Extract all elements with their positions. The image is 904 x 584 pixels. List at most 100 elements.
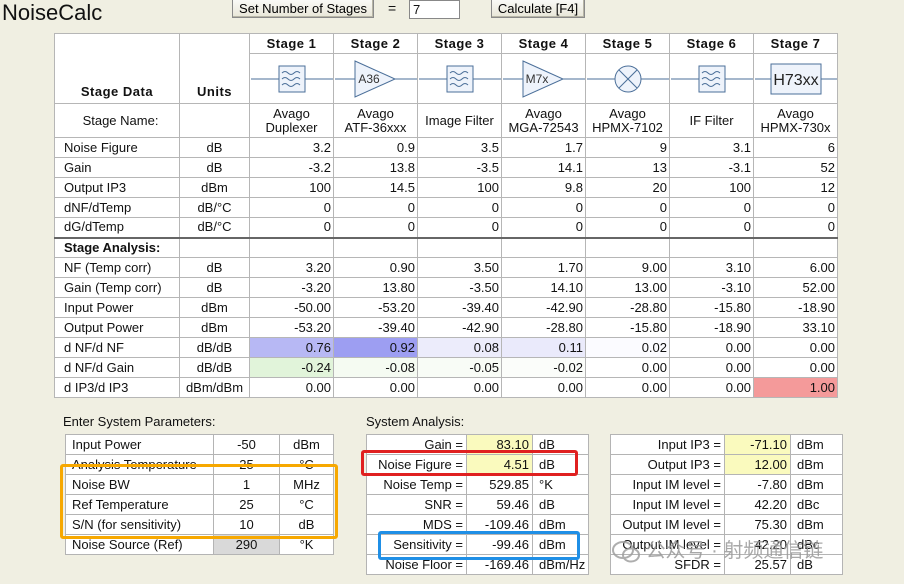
param-unit: dB (531, 494, 590, 515)
stage-count-input[interactable]: 7 (409, 0, 460, 19)
stage-name-label: Stage Name: (54, 103, 180, 138)
panel-row: Noise Source (Ref) 290 °K (65, 534, 334, 555)
stage-name-line: Avago (609, 105, 646, 121)
cell-value[interactable]: 0 (417, 197, 502, 218)
cell-value[interactable]: 3.2 (249, 137, 334, 158)
cell-value: 0.90 (333, 257, 418, 278)
cell-value[interactable]: -3.5 (417, 157, 502, 178)
cell-value[interactable]: 52 (753, 157, 838, 178)
cell-value[interactable]: 6 (753, 137, 838, 158)
row-label: Output Power (54, 317, 180, 338)
amplifier-part-label: A36 (358, 72, 380, 86)
cell-value[interactable]: 12 (753, 177, 838, 198)
cell-value[interactable]: 100 (417, 177, 502, 198)
cell-value: -18.90 (669, 317, 754, 338)
cell-value[interactable]: -3.1 (669, 157, 754, 178)
cell-value[interactable]: 14.1 (501, 157, 586, 178)
cell-value[interactable]: 0 (417, 217, 502, 238)
cell-value[interactable]: 0 (753, 197, 838, 218)
stage-symbol-7[interactable]: H73xx (753, 53, 838, 104)
stage-symbol-5[interactable] (585, 53, 670, 104)
cell-value: 0.08 (417, 337, 502, 358)
panel-row: Analysis Temperature 25 °C (65, 454, 334, 475)
cell-value[interactable]: 0 (249, 217, 334, 238)
stage-name-line: Avago (357, 105, 394, 121)
cell-value[interactable]: 0.9 (333, 137, 418, 158)
row-label: d NF/d Gain (54, 357, 180, 378)
param-value[interactable]: 290 (213, 534, 280, 555)
param-unit: °K (279, 534, 334, 555)
stage-name-1[interactable]: Avago Duplexer (249, 103, 334, 138)
stage-name-2[interactable]: Avago ATF-36xxx (333, 103, 418, 138)
param-value[interactable]: 25 (213, 494, 280, 515)
block-icon: H73xx (754, 63, 837, 94)
table-row: NF (Temp corr) dB 3.20 0.90 3.50 1.70 9.00 3.10… (54, 257, 838, 278)
cell-value[interactable]: 0 (669, 197, 754, 218)
cell-value[interactable]: 3.5 (417, 137, 502, 158)
cell-value: -15.80 (669, 297, 754, 318)
cell-value: -39.40 (417, 297, 502, 318)
empty-cell (585, 236, 670, 258)
cell-value[interactable]: 0 (333, 217, 418, 238)
param-unit: °C (279, 494, 334, 515)
stage-grid: Stage Data Units Stage 1 Stage 2 Stage 3 St… (54, 33, 838, 398)
stage-name-7[interactable]: Avago HPMX-730x (753, 103, 838, 138)
cell-value[interactable]: 0 (333, 197, 418, 218)
stage-symbol-6[interactable] (669, 53, 754, 104)
cell-value[interactable]: 0 (585, 197, 670, 218)
stage-name-5[interactable]: Avago HPMX-7102 (585, 103, 670, 138)
stage-symbol-2[interactable]: A36 (333, 53, 418, 104)
stage-symbol-1[interactable] (249, 53, 334, 104)
table-row: dNF/dTemp dB/°C 0 0 0 0 0 0 0 (54, 197, 838, 218)
stage-symbol-3[interactable] (417, 53, 502, 104)
param-value: -109.46 (466, 514, 533, 535)
panel-row: SNR = 59.46 dB (366, 494, 590, 515)
param-unit: °C (279, 454, 334, 475)
param-label: Sensitivity = (366, 534, 467, 555)
cell-value[interactable]: 0 (501, 197, 586, 218)
panel-row: Noise BW 1 MHz (65, 474, 334, 495)
row-label: Output IP3 (54, 177, 180, 198)
cell-value[interactable]: 0 (753, 217, 838, 238)
param-value[interactable]: -50 (213, 434, 280, 455)
row-label: NF (Temp corr) (54, 257, 180, 278)
param-value[interactable]: 10 (213, 514, 280, 535)
cell-value[interactable]: 100 (669, 177, 754, 198)
cell-value[interactable]: 9 (585, 137, 670, 158)
param-unit: dB (531, 454, 590, 475)
cell-value[interactable]: 0 (249, 197, 334, 218)
set-number-of-stages-button[interactable]: Set Number of Stages (232, 0, 374, 18)
cell-value: 0.02 (585, 337, 670, 358)
stage-name-line: Avago (525, 105, 562, 121)
watermark: 公众号 · 射频通信链 (612, 534, 823, 563)
cell-value[interactable]: -3.2 (249, 157, 334, 178)
cell-value[interactable]: 0 (669, 217, 754, 238)
cell-value: 0.00 (585, 357, 670, 378)
stage-name-4[interactable]: Avago MGA-72543 (501, 103, 586, 138)
cell-value[interactable]: 14.5 (333, 177, 418, 198)
param-value[interactable]: 1 (213, 474, 280, 495)
cell-value[interactable]: 9.8 (501, 177, 586, 198)
cell-value[interactable]: 13.8 (333, 157, 418, 178)
param-value: 83.10 (466, 434, 533, 455)
cell-value: -50.00 (249, 297, 334, 318)
stage-name-line: ATF-36xxx (344, 119, 407, 135)
param-value[interactable]: 25 (213, 454, 280, 475)
stage-header-3: Stage 3 (417, 33, 502, 54)
system-analysis-title: System Analysis: (366, 414, 465, 429)
calculate-button[interactable]: Calculate [F4] (491, 0, 585, 18)
stage-name-3[interactable]: Image Filter (417, 103, 502, 138)
cell-value[interactable]: 100 (249, 177, 334, 198)
cell-value[interactable]: 1.7 (501, 137, 586, 158)
cell-value: -42.90 (417, 317, 502, 338)
cell-value[interactable]: 20 (585, 177, 670, 198)
cell-value[interactable]: 13 (585, 157, 670, 178)
cell-value[interactable]: 0 (501, 217, 586, 238)
empty-cell (417, 236, 502, 258)
cell-value: 0.00 (669, 337, 754, 358)
cell-value: -3.50 (417, 277, 502, 298)
stage-symbol-4[interactable]: M7x (501, 53, 586, 104)
cell-value[interactable]: 0 (585, 217, 670, 238)
cell-value[interactable]: 3.1 (669, 137, 754, 158)
stage-name-6[interactable]: IF Filter (669, 103, 754, 138)
